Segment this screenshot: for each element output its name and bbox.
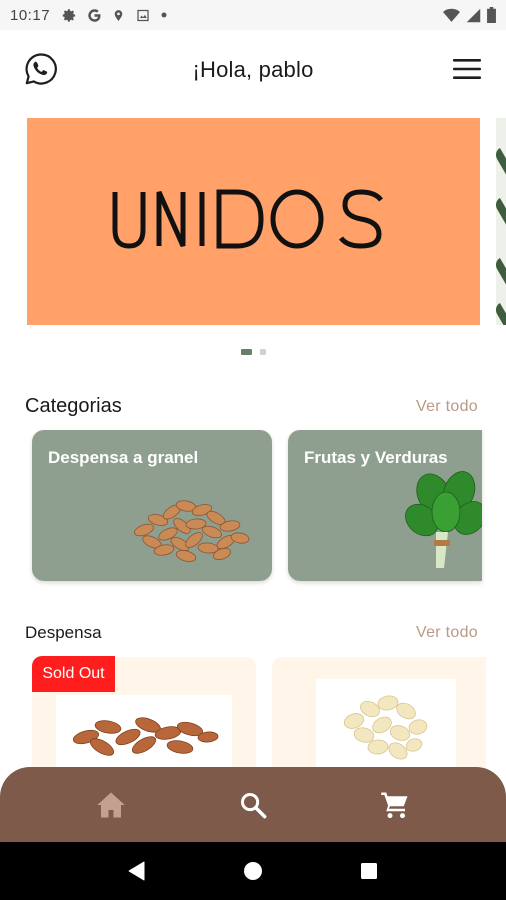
whatsapp-button[interactable] (24, 52, 58, 86)
carousel-dot-1[interactable] (240, 349, 252, 355)
almonds-product-image (72, 717, 219, 756)
android-recents-button[interactable] (360, 862, 378, 880)
category-label: Despensa a granel (48, 448, 199, 467)
status-icons-right (443, 7, 496, 23)
categories-title: Categorias (25, 395, 122, 417)
category-label: Frutas y Verduras (304, 448, 448, 467)
carousel-indicator (0, 349, 506, 355)
google-icon (88, 8, 101, 22)
signal-icon (466, 8, 481, 22)
bottom-nav (0, 767, 506, 842)
category-card-despensa[interactable]: Despensa a granel (32, 430, 272, 581)
wifi-icon (443, 8, 460, 22)
pantry-see-all-link[interactable]: Ver todo (416, 624, 478, 642)
sold-out-badge: Sold Out (32, 656, 115, 692)
status-bar: 10:17 (0, 0, 506, 30)
whatsapp-icon (25, 53, 57, 85)
status-time: 10:17 (10, 6, 51, 24)
home-circle-icon (243, 862, 262, 880)
carousel-dot-2[interactable] (259, 349, 266, 355)
app-header: ¡Hola, pablo (0, 30, 506, 110)
status-icons-left (62, 8, 167, 23)
category-card-frutas[interactable]: Frutas y Verduras (288, 430, 482, 581)
banner-slide[interactable] (27, 118, 480, 325)
nav-home-button[interactable] (91, 785, 131, 825)
page-title: ¡Hola, pablo (192, 57, 314, 82)
search-icon (240, 792, 267, 818)
menu-button[interactable] (452, 57, 482, 81)
cart-icon (381, 792, 408, 818)
pantry-title: Despensa (25, 623, 102, 642)
nav-cart-button[interactable] (375, 785, 415, 825)
battery-icon (487, 7, 496, 23)
nav-search-button[interactable] (233, 785, 273, 825)
home-icon (97, 792, 125, 817)
location-icon (114, 9, 123, 21)
image-icon (137, 9, 149, 21)
spinach-image (405, 471, 482, 568)
android-nav-bar (0, 842, 506, 900)
android-back-button[interactable] (128, 861, 146, 881)
sliced-almonds-image (343, 695, 428, 760)
dot-icon (161, 12, 167, 18)
banner-next-slide[interactable] (496, 118, 506, 325)
almonds-image (134, 500, 250, 562)
android-home-button[interactable] (243, 861, 263, 881)
categories-see-all-link[interactable]: Ver todo (416, 398, 478, 416)
menu-icon (453, 59, 481, 79)
unidos-logo (112, 188, 383, 249)
back-triangle-icon (128, 861, 145, 881)
recents-square-icon (360, 863, 377, 879)
settings-icon (62, 8, 76, 22)
